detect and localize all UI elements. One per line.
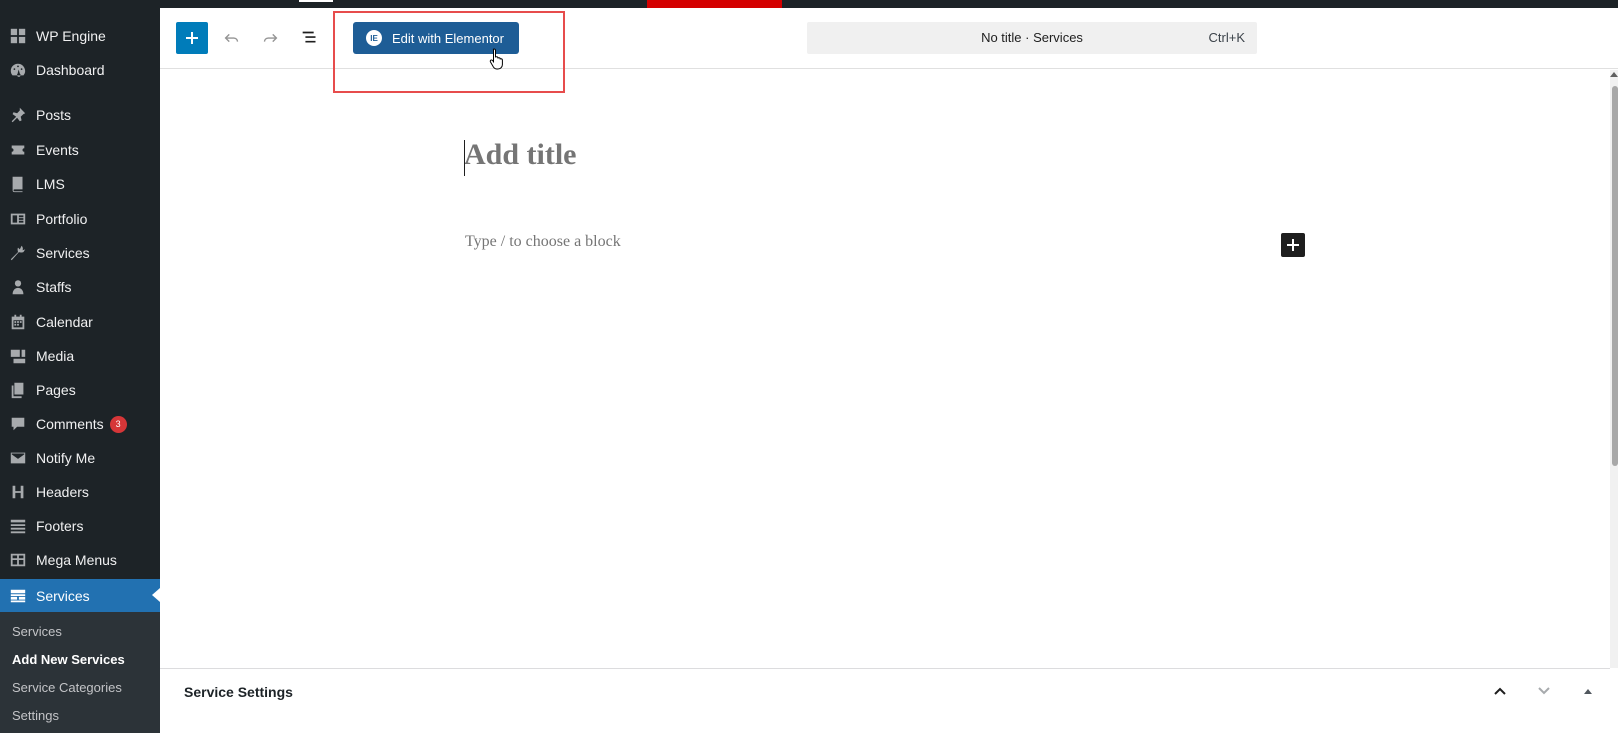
sidebar-item-events[interactable]: Events (0, 134, 160, 166)
footer-icon (8, 516, 28, 536)
sidebar-item-calendar[interactable]: Calendar (0, 306, 160, 338)
comment-icon (8, 414, 28, 434)
sidebar-item-label: Staffs (36, 279, 72, 295)
sidebar-item-label: Notify Me (36, 450, 96, 466)
sidebar-item-label: Media (36, 348, 75, 364)
sidebar-item-services-active[interactable]: Services (0, 579, 160, 613)
hand-cursor-icon (489, 48, 503, 70)
scrollbar-thumb[interactable] (1612, 86, 1618, 466)
comment-count-badge: 3 (109, 415, 127, 433)
triangle-up-icon (1584, 689, 1592, 694)
sidebar-item-label: Portfolio (36, 211, 88, 227)
scroll-up-arrow[interactable] (1610, 72, 1618, 77)
media-icon (8, 346, 28, 366)
sidebar-item-pages[interactable]: Pages (0, 374, 160, 406)
admin-bar-alert[interactable] (647, 0, 782, 8)
sidebar-item-dashboard[interactable]: Dashboard (0, 54, 160, 86)
sidebar-item-label: Pages (36, 382, 76, 398)
ticket-icon (8, 140, 28, 160)
submenu-services[interactable]: Services (12, 624, 62, 639)
sidebar-item-label: Services (36, 588, 90, 604)
submenu-settings[interactable]: Settings (12, 708, 59, 723)
service-settings-metabox: Service Settings (160, 668, 1610, 734)
admin-bar (0, 0, 1618, 8)
sidebar-item-services[interactable]: Services (0, 237, 160, 269)
calendar-icon (8, 312, 28, 332)
admin-bar-indicator (299, 0, 333, 2)
plus-icon (1287, 239, 1299, 251)
sidebar-item-comments[interactable]: Comments 3 (0, 408, 160, 440)
sidebar-item-footers[interactable]: Footers (0, 510, 160, 542)
sidebar-item-label: Headers (36, 484, 89, 500)
services-icon (8, 586, 28, 606)
text-caret (464, 140, 465, 176)
sidebar-item-staffs[interactable]: Staffs (0, 271, 160, 303)
sidebar-item-portfolio[interactable]: Portfolio (0, 203, 160, 235)
submenu-service-categories[interactable]: Service Categories (12, 680, 122, 695)
plus-icon (186, 32, 198, 44)
sidebar-item-label: Mega Menus (36, 552, 117, 568)
post-title-input[interactable]: Add title (464, 138, 577, 172)
book-icon (8, 174, 28, 194)
table-icon (8, 550, 28, 570)
chevron-down-icon (1538, 687, 1550, 695)
admin-sidebar: WP Engine Dashboard Posts Events LMS Por… (0, 0, 160, 733)
grid-icon (8, 26, 28, 46)
list-view-icon (302, 31, 316, 43)
command-shortcut: Ctrl+K (1208, 30, 1245, 45)
block-inserter-toggle[interactable] (176, 22, 208, 54)
sidebar-item-label: Services (36, 245, 90, 261)
highlight-box (333, 11, 565, 93)
chevron-up-icon (1494, 687, 1506, 695)
move-down-button[interactable] (1532, 679, 1556, 703)
sidebar-item-label: Posts (36, 107, 72, 123)
sidebar-item-mega-menus[interactable]: Mega Menus (0, 544, 160, 576)
sidebar-item-label: Events (36, 142, 79, 158)
sidebar-item-label: Dashboard (36, 62, 105, 78)
submenu-add-new-services[interactable]: Add New Services (12, 652, 125, 667)
sidebar-item-label: Comments (36, 416, 104, 432)
collapse-toggle-button[interactable] (1576, 679, 1600, 703)
sidebar-item-headers[interactable]: Headers (0, 476, 160, 508)
pages-icon (8, 380, 28, 400)
document-overview-button[interactable] (294, 22, 326, 54)
services-submenu: Services Add New Services Service Catego… (0, 612, 160, 733)
metabox-title: Service Settings (184, 684, 293, 700)
sidebar-item-label: Calendar (36, 314, 93, 330)
sidebar-item-media[interactable]: Media (0, 340, 160, 372)
portfolio-icon (8, 209, 28, 229)
redo-button[interactable] (254, 22, 286, 54)
sidebar-item-posts[interactable]: Posts (0, 99, 160, 131)
inline-block-inserter-button[interactable] (1281, 233, 1305, 257)
sidebar-item-notify-me[interactable]: Notify Me (0, 442, 160, 474)
move-up-button[interactable] (1488, 679, 1512, 703)
sidebar-item-label: Footers (36, 518, 84, 534)
block-appender[interactable]: Type / to choose a block (465, 233, 621, 251)
dashboard-icon (8, 60, 28, 80)
sidebar-item-label: WP Engine (36, 28, 106, 44)
sidebar-item-label: LMS (36, 176, 65, 192)
sidebar-item-lms[interactable]: LMS (0, 168, 160, 200)
undo-button[interactable] (216, 22, 248, 54)
pushpin-icon (8, 105, 28, 125)
command-palette-bar[interactable]: No title · Services Ctrl+K (807, 22, 1257, 54)
carrot-icon (8, 243, 28, 263)
sidebar-item-wp-engine[interactable]: WP Engine (0, 20, 160, 52)
person-icon (8, 277, 28, 297)
redo-icon (263, 33, 278, 43)
envelope-icon (8, 448, 28, 468)
undo-icon (224, 33, 239, 43)
document-title: No title · Services (981, 30, 1083, 45)
heading-icon (8, 482, 28, 502)
